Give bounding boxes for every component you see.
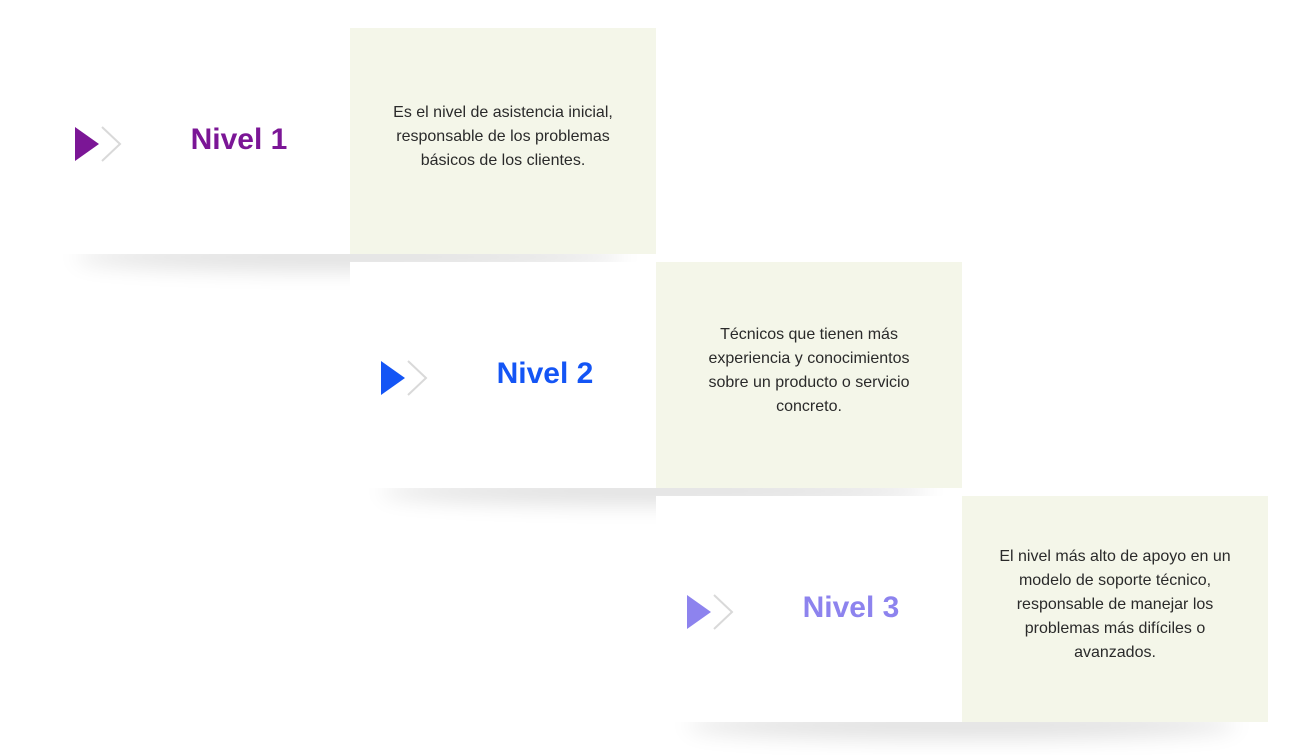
chevron-outline-icon: [407, 360, 428, 396]
card-body: Nivel 3 El nivel más alto de apoyo en un…: [656, 496, 1268, 722]
chevron-arrow-icon: [687, 594, 734, 630]
level-description-box: Es el nivel de asistencia inicial, respo…: [350, 28, 656, 254]
level-header: Nivel 3: [656, 496, 962, 722]
level-card-2: Nivel 2 Técnicos que tienen más experien…: [350, 262, 962, 488]
level-header: Nivel 1: [44, 28, 350, 254]
level-card-1: Nivel 1 Es el nivel de asistencia inicia…: [44, 28, 656, 254]
level-description-box: El nivel más alto de apoyo en un modelo …: [962, 496, 1268, 722]
triangle-icon: [381, 361, 405, 395]
level-description: Es el nivel de asistencia inicial, respo…: [393, 104, 613, 169]
chevron-arrow-icon: [75, 126, 122, 162]
level-card-3: Nivel 3 El nivel más alto de apoyo en un…: [656, 496, 1268, 722]
card-body: Nivel 1 Es el nivel de asistencia inicia…: [44, 28, 656, 254]
level-description-box: Técnicos que tienen más experiencia y co…: [656, 262, 962, 488]
chevron-outline-icon: [101, 126, 122, 162]
level-title: Nivel 1: [190, 123, 288, 156]
level-title: Nivel 2: [496, 357, 594, 390]
chevron-arrow-icon: [381, 360, 428, 396]
triangle-icon: [75, 127, 99, 161]
card-body: Nivel 2 Técnicos que tienen más experien…: [350, 262, 962, 488]
level-header: Nivel 2: [350, 262, 656, 488]
triangle-icon: [687, 595, 711, 629]
level-title: Nivel 3: [802, 591, 900, 624]
level-description: Técnicos que tienen más experiencia y co…: [708, 326, 910, 415]
chevron-outline-icon: [713, 594, 734, 630]
level-description: El nivel más alto de apoyo en un modelo …: [999, 548, 1231, 661]
